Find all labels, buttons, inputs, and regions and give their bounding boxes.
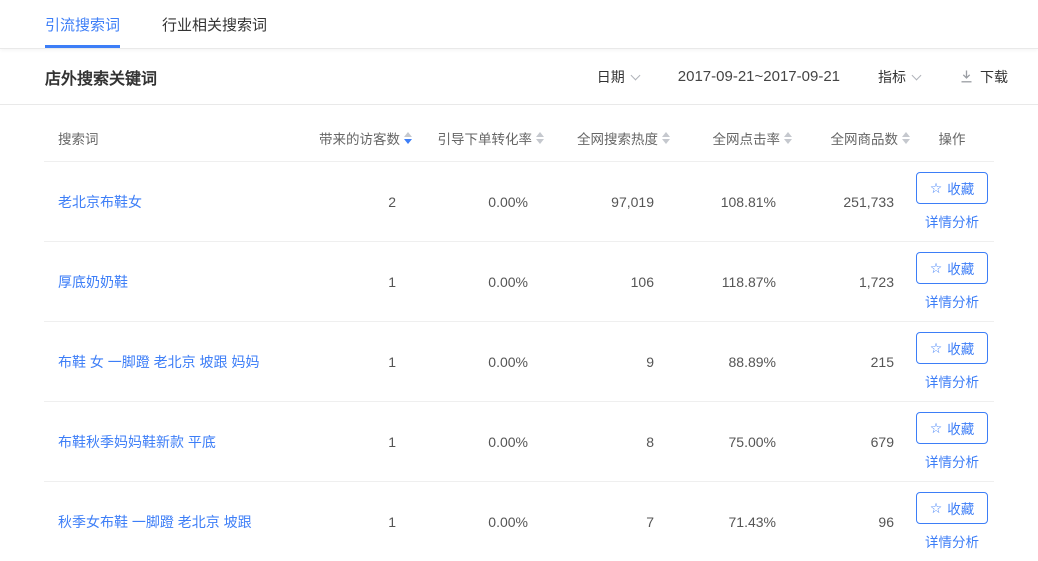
table-row: 厚底奶奶鞋 1 0.00% 106 118.87% 1,723 ☆ 收藏 详情分… [44,241,994,321]
col-header-conversion-rate[interactable]: 引导下单转化率 [412,128,544,148]
metrics-dropdown-label: 指标 [878,67,906,87]
sort-carets-icon[interactable] [902,132,910,144]
visitors-value: 2 [294,194,412,210]
products-value: 251,733 [792,194,910,210]
table-header-row: 搜索词 带来的访客数 引导下单转化率 全网搜索热度 全网点击率 全网商品数 [44,115,994,161]
visitors-value: 1 [294,514,412,530]
heat-value: 7 [544,514,670,530]
heat-value: 8 [544,434,670,450]
col-header-action: 操作 [910,128,994,148]
favorite-button[interactable]: ☆ 收藏 [916,412,989,444]
visitors-value: 1 [294,274,412,290]
conversion-value: 0.00% [412,434,544,450]
col-header-keyword: 搜索词 [44,128,294,148]
conversion-value: 0.00% [412,274,544,290]
keyword-link[interactable]: 厚底奶奶鞋 [58,274,128,290]
tab-traffic-search-terms[interactable]: 引流搜索词 [45,0,120,48]
outside-store-search-keywords-page: 引流搜索词 行业相关搜索词 店外搜索关键词 日期 2017-09-21~2017… [0,0,1038,561]
header-controls: 日期 2017-09-21~2017-09-21 指标 下载 [597,67,1008,87]
ctr-value: 75.00% [670,434,792,450]
detail-analysis-link[interactable]: 详情分析 [925,211,979,231]
chevron-down-icon [912,70,921,79]
tab-label: 引流搜索词 [45,14,120,35]
chevron-down-icon [631,70,640,79]
col-header-product-count[interactable]: 全网商品数 [792,128,910,148]
keyword-link[interactable]: 老北京布鞋女 [58,194,142,210]
table-row: 老北京布鞋女 2 0.00% 97,019 108.81% 251,733 ☆ … [44,161,994,241]
detail-analysis-link[interactable]: 详情分析 [925,451,979,471]
favorite-button[interactable]: ☆ 收藏 [916,492,989,524]
detail-analysis-link[interactable]: 详情分析 [925,291,979,311]
sort-carets-icon[interactable] [784,132,792,144]
favorite-button[interactable]: ☆ 收藏 [916,172,989,204]
detail-analysis-link[interactable]: 详情分析 [925,371,979,391]
tab-label: 行业相关搜索词 [162,14,267,35]
col-header-search-heat[interactable]: 全网搜索热度 [544,128,670,148]
col-header-click-rate[interactable]: 全网点击率 [670,128,792,148]
tab-bar: 引流搜索词 行业相关搜索词 [0,0,1038,49]
products-value: 96 [792,514,910,530]
products-value: 215 [792,354,910,370]
conversion-value: 0.00% [412,514,544,530]
ctr-value: 88.89% [670,354,792,370]
table-row: 布鞋秋季妈妈鞋新款 平底 1 0.00% 8 75.00% 679 ☆ 收藏 详… [44,401,994,481]
star-icon: ☆ [930,501,943,515]
favorite-button[interactable]: ☆ 收藏 [916,252,989,284]
star-icon: ☆ [930,261,943,275]
heat-value: 106 [544,274,670,290]
table-row: 秋季女布鞋 一脚蹬 老北京 坡跟 1 0.00% 7 71.43% 96 ☆ 收… [44,481,994,561]
download-icon [959,69,974,84]
star-icon: ☆ [930,341,943,355]
ctr-value: 108.81% [670,194,792,210]
star-icon: ☆ [930,181,943,195]
products-value: 679 [792,434,910,450]
tab-industry-related-search-terms[interactable]: 行业相关搜索词 [162,0,267,48]
sort-carets-icon[interactable] [662,132,670,144]
col-header-visitors[interactable]: 带来的访客数 [294,128,412,148]
favorite-button[interactable]: ☆ 收藏 [916,332,989,364]
keywords-table: 搜索词 带来的访客数 引导下单转化率 全网搜索热度 全网点击率 全网商品数 [0,105,1038,561]
visitors-value: 1 [294,354,412,370]
visitors-value: 1 [294,434,412,450]
keyword-link[interactable]: 布鞋 女 一脚蹬 老北京 坡跟 妈妈 [58,354,259,370]
date-dropdown[interactable]: 日期 [597,67,640,87]
page-title: 店外搜索关键词 [45,65,157,89]
panel-header: 店外搜索关键词 日期 2017-09-21~2017-09-21 指标 下载 [0,49,1038,105]
ctr-value: 118.87% [670,274,792,290]
keyword-link[interactable]: 秋季女布鞋 一脚蹬 老北京 坡跟 [58,514,252,530]
ctr-value: 71.43% [670,514,792,530]
products-value: 1,723 [792,274,910,290]
download-button[interactable]: 下载 [959,67,1008,87]
star-icon: ☆ [930,421,943,435]
metrics-dropdown[interactable]: 指标 [878,67,921,87]
conversion-value: 0.00% [412,194,544,210]
date-dropdown-label: 日期 [597,67,625,87]
keyword-link[interactable]: 布鞋秋季妈妈鞋新款 平底 [58,434,216,450]
conversion-value: 0.00% [412,354,544,370]
sort-carets-icon[interactable] [536,132,544,144]
sort-carets-icon[interactable] [404,132,412,144]
table-row: 布鞋 女 一脚蹬 老北京 坡跟 妈妈 1 0.00% 9 88.89% 215 … [44,321,994,401]
heat-value: 97,019 [544,194,670,210]
detail-analysis-link[interactable]: 详情分析 [925,531,979,551]
heat-value: 9 [544,354,670,370]
download-label: 下载 [980,67,1008,87]
date-range-value[interactable]: 2017-09-21~2017-09-21 [678,68,840,85]
